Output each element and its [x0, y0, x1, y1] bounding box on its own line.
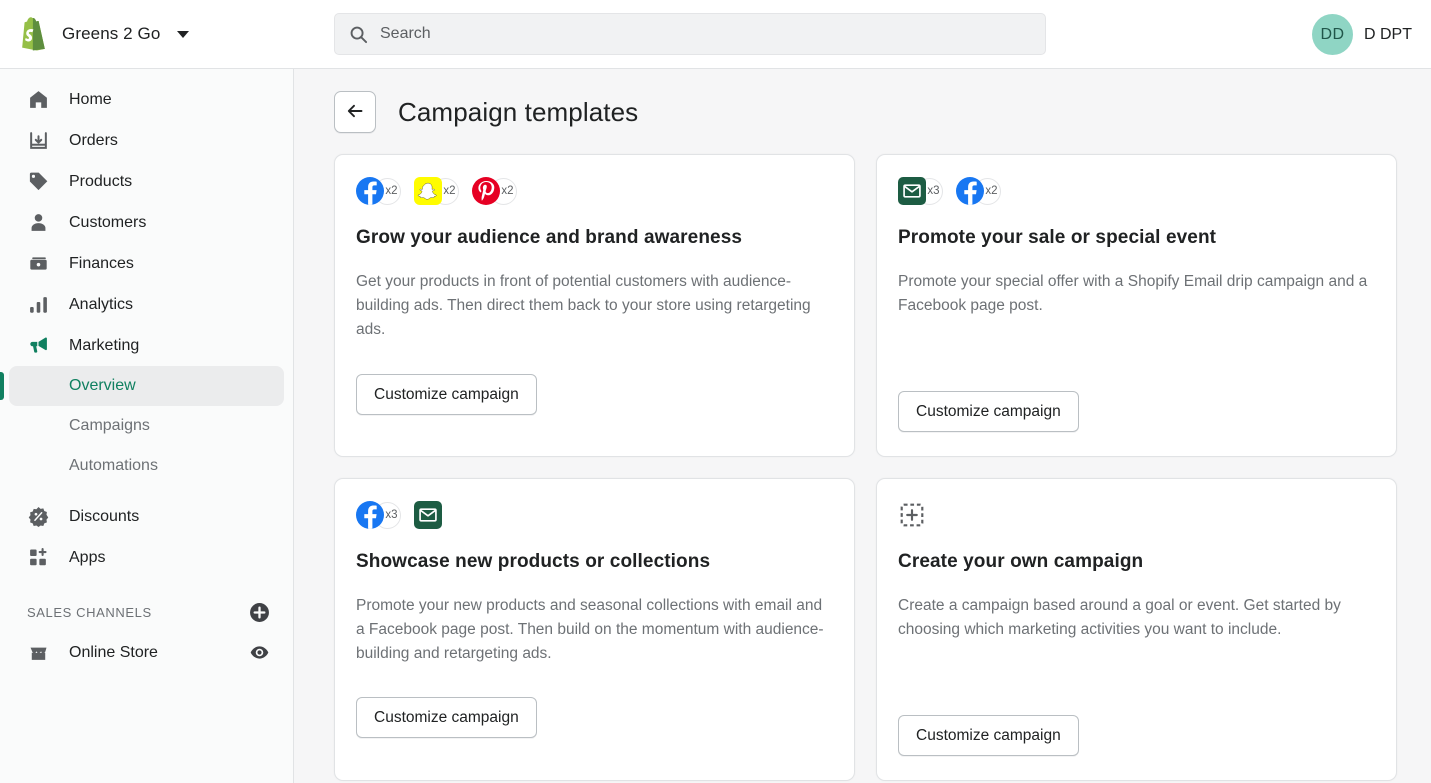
sidebar-subitem-label: Overview: [69, 377, 136, 394]
channel-icon-row: x3 x2: [898, 176, 1375, 206]
account-menu[interactable]: DD D DPT: [1312, 14, 1412, 55]
campaign-template-card[interactable]: x3 x2 Promote your sale or special event…: [876, 154, 1397, 457]
sidebar-item-label: Customers: [69, 213, 147, 231]
sidebar: Home Orders Products Customers Finances …: [0, 69, 294, 783]
sales-channels-header: SALES CHANNELS: [9, 592, 284, 632]
sidebar-item-finances[interactable]: Finances: [9, 243, 284, 284]
page-header: Campaign templates: [294, 69, 1431, 133]
sidebar-item-home[interactable]: Home: [9, 79, 284, 120]
online-store-icon: [27, 642, 49, 664]
card-title: Showcase new products or collections: [356, 551, 711, 572]
eye-view-icon[interactable]: [249, 642, 270, 663]
account-name: D DPT: [1364, 25, 1412, 43]
channel-facebook: x2: [356, 177, 401, 205]
card-title: Promote your sale or special event: [898, 227, 1217, 248]
channel-icon-row: [898, 500, 1375, 530]
sidebar-item-label: Finances: [69, 254, 134, 272]
analytics-bar-chart-icon: [27, 294, 49, 316]
facebook-icon: [956, 177, 984, 205]
email-icon: [414, 501, 442, 529]
main-content: Campaign templates x2 x2 x2 Grow your au…: [294, 69, 1431, 783]
channel-snapchat: x2: [414, 177, 459, 205]
customize-campaign-button[interactable]: Customize campaign: [356, 374, 537, 415]
sidebar-item-label: Orders: [69, 131, 118, 149]
store-switcher[interactable]: Greens 2 Go: [0, 17, 295, 51]
sidebar-subitem-label: Campaigns: [69, 417, 150, 434]
discount-percent-icon: [27, 506, 49, 528]
channel-email: x3: [898, 177, 943, 205]
search-input[interactable]: Search: [334, 13, 1046, 55]
sidebar-item-customers[interactable]: Customers: [9, 202, 284, 243]
sidebar-item-label: Marketing: [69, 336, 140, 354]
sidebar-item-label: Products: [69, 172, 133, 190]
sidebar-item-marketing[interactable]: Marketing: [9, 325, 284, 366]
sidebar-item-apps[interactable]: Apps: [9, 537, 284, 578]
customize-campaign-button[interactable]: Customize campaign: [898, 715, 1079, 756]
home-icon: [27, 89, 49, 111]
back-button[interactable]: [334, 91, 376, 133]
shopify-bag-logo: [18, 17, 49, 51]
sidebar-item-label: Home: [69, 90, 112, 108]
sidebar-item-analytics[interactable]: Analytics: [9, 284, 284, 325]
campaign-template-card[interactable]: Create your own campaign Create a campai…: [876, 478, 1397, 781]
card-description: Promote your special offer with a Shopif…: [898, 273, 1368, 314]
sales-channels-label: SALES CHANNELS: [27, 604, 152, 620]
sidebar-item-campaigns[interactable]: Campaigns: [9, 406, 284, 446]
channel-icon-row: x3: [356, 500, 833, 530]
email-icon: [898, 177, 926, 205]
customize-campaign-button[interactable]: Customize campaign: [356, 697, 537, 738]
plus-circle-icon[interactable]: [249, 602, 270, 623]
sidebar-item-label: Apps: [69, 548, 106, 566]
avatar: DD: [1312, 14, 1353, 55]
product-tag-icon: [27, 171, 49, 193]
orders-inbox-icon: [27, 130, 49, 152]
page-title: Campaign templates: [398, 96, 639, 127]
sidebar-subitem-label: Automations: [69, 457, 158, 474]
card-title: Grow your audience and brand awareness: [356, 227, 743, 248]
active-indicator: [0, 372, 4, 400]
top-bar: Greens 2 Go Search DD D DPT: [0, 0, 1431, 69]
card-title: Create your own campaign: [898, 551, 1144, 572]
card-description: Create a campaign based around a goal or…: [898, 597, 1341, 638]
channel-icon-row: x2 x2 x2: [356, 176, 833, 206]
sidebar-item-label: Analytics: [69, 295, 134, 313]
sidebar-item-orders[interactable]: Orders: [9, 120, 284, 161]
chevron-down-icon[interactable]: [177, 30, 190, 38]
marketing-megaphone-icon: [27, 335, 49, 357]
sidebar-item-label: Online Store: [69, 643, 158, 661]
channel-facebook: x3: [356, 501, 401, 529]
card-description: Get your products in front of potential …: [356, 273, 811, 338]
search-icon: [349, 25, 368, 44]
sidebar-item-online-store[interactable]: Online Store: [9, 632, 284, 673]
arrow-left-icon: [345, 101, 365, 124]
channel-pinterest: x2: [472, 177, 517, 205]
facebook-icon: [356, 501, 384, 529]
channel-email: [414, 501, 442, 529]
sidebar-item-discounts[interactable]: Discounts: [9, 496, 284, 537]
pinterest-icon: [472, 177, 500, 205]
card-description: Promote your new products and seasonal c…: [356, 597, 824, 662]
customize-campaign-button[interactable]: Customize campaign: [898, 391, 1079, 432]
template-cards-grid: x2 x2 x2 Grow your audience and brand aw…: [294, 133, 1431, 781]
campaign-template-card[interactable]: x3 Showcase new products or collections …: [334, 478, 855, 781]
channel-facebook: x2: [956, 177, 1001, 205]
sidebar-item-products[interactable]: Products: [9, 161, 284, 202]
snapchat-icon: [414, 177, 442, 205]
finances-cash-icon: [27, 253, 49, 275]
sidebar-item-automations[interactable]: Automations: [9, 446, 284, 486]
search-placeholder: Search: [380, 25, 431, 42]
campaign-template-card[interactable]: x2 x2 x2 Grow your audience and brand aw…: [334, 154, 855, 457]
add-placeholder-icon: [898, 502, 925, 529]
facebook-icon: [356, 177, 384, 205]
store-name: Greens 2 Go: [62, 24, 161, 43]
sidebar-item-overview[interactable]: Overview: [0, 366, 284, 406]
apps-grid-plus-icon: [27, 547, 49, 569]
sidebar-item-label: Discounts: [69, 507, 140, 525]
customer-person-icon: [27, 212, 49, 234]
